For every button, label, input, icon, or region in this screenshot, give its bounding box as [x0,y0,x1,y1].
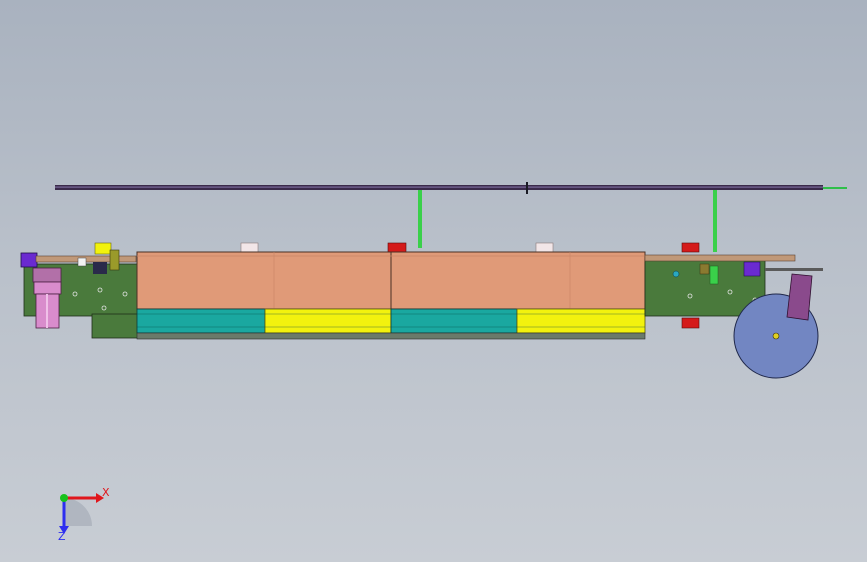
left-label-tag [77,257,87,267]
left-sensor [93,262,107,274]
cover-section-right[interactable] [390,251,646,310]
right-arm [765,268,823,271]
marker-red-1[interactable] [387,242,407,253]
support-post-right[interactable] [713,190,717,252]
left-frame-lower-plate [91,313,139,339]
conveyor-bands[interactable] [136,308,646,340]
right-purple-block [743,261,761,277]
marker-red-2[interactable] [681,242,700,253]
top-lead-screw[interactable] [55,182,847,194]
band-cyan-1[interactable] [136,308,266,334]
marker-pink-1[interactable] [240,242,259,253]
band-base-rail [136,332,646,340]
band-yellow-2[interactable] [516,308,646,334]
left-yellow-block [94,242,112,255]
cad-viewport[interactable]: X Z [0,0,867,562]
marker-pink-2[interactable] [535,242,554,253]
triad-y-axis [60,494,68,502]
drive-wheel-hub [772,332,780,340]
main-cover[interactable] [136,251,646,310]
cam-plate[interactable] [786,273,813,321]
band-yellow-1[interactable] [264,308,392,334]
lead-screw-tip [823,187,847,189]
left-bracket [109,249,120,271]
right-knob [699,263,710,275]
right-guide-bar [644,254,796,262]
coordinate-triad [59,493,104,534]
left-end-assembly[interactable] [20,242,139,339]
right-indicator [672,270,680,278]
triad-z-label: Z [58,530,66,543]
triad-x-label: X [102,486,110,499]
left-purple-block [20,252,38,268]
cad-model-view[interactable] [0,0,867,562]
right-green-part [709,265,719,285]
band-cyan-2[interactable] [390,308,518,334]
motor-housing-upper [33,281,62,295]
marker-red-3[interactable] [681,317,700,329]
support-post-left[interactable] [418,190,422,248]
lead-screw-thread-highlight [55,186,823,188]
triad-shadow [64,498,92,526]
cover-section-left[interactable] [136,251,392,310]
motor-flange [32,267,62,283]
